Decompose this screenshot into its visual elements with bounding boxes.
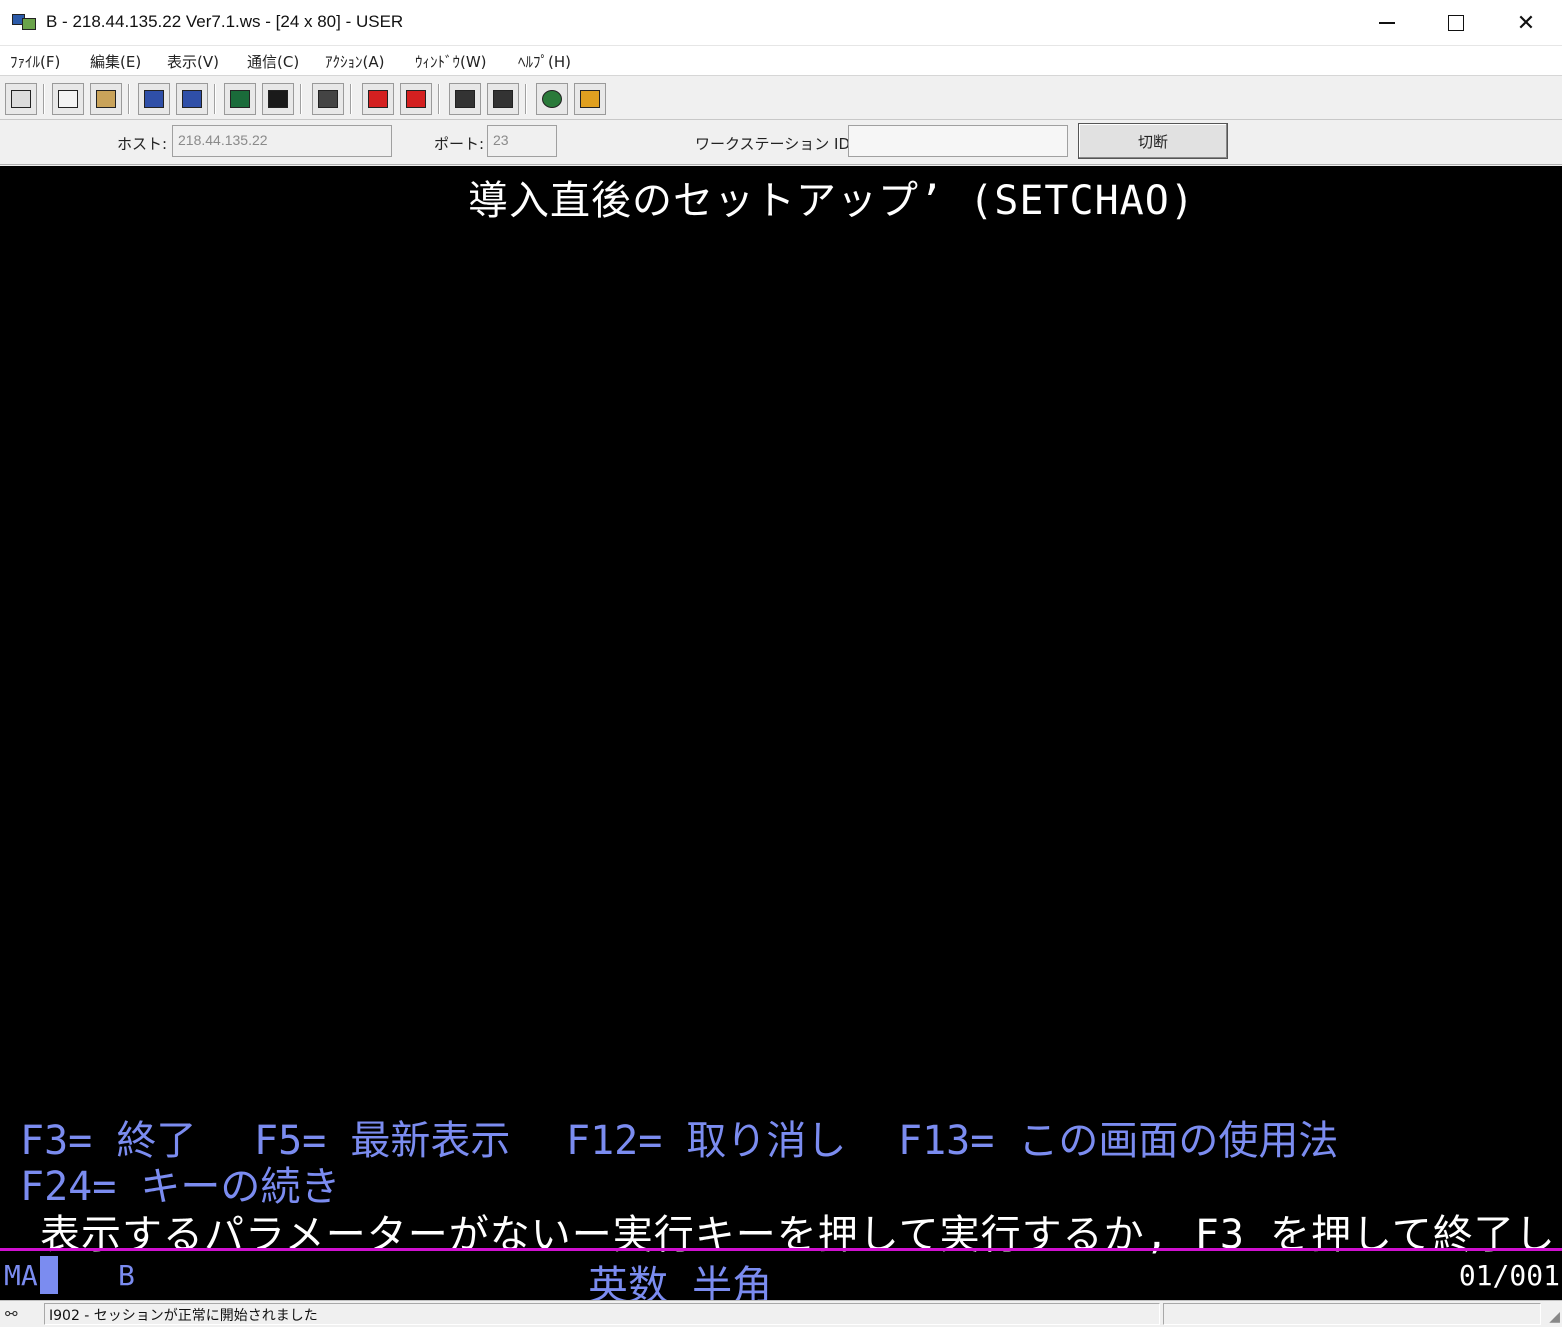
send-file-button[interactable]	[138, 83, 170, 115]
host-label: ホスト:	[117, 135, 168, 153]
toolbar-separator	[128, 84, 130, 114]
toolbar-separator	[300, 84, 302, 114]
keyboard-map-button[interactable]	[262, 83, 294, 115]
oia-cursor-position: 01/001	[1458, 1259, 1560, 1292]
print-screen-icon	[11, 90, 31, 108]
menu-view[interactable]: 表示(V)	[167, 51, 219, 72]
macro-icon	[318, 90, 338, 108]
send-file-icon	[144, 90, 164, 108]
record-macro-icon	[368, 90, 388, 108]
menu-action[interactable]: ｱｸｼｮﾝ(A)	[325, 51, 384, 72]
receive-file-icon	[182, 90, 202, 108]
oia-session-id: B	[118, 1259, 135, 1292]
workstation-id-label: ワークステーション ID:	[695, 135, 856, 153]
toolbar-separator	[525, 84, 527, 114]
port-field[interactable]: 23	[487, 125, 557, 157]
display-setup-button[interactable]	[224, 83, 256, 115]
connect-button[interactable]	[536, 83, 568, 115]
minimize-button[interactable]	[1352, 0, 1422, 46]
status-bar: ⚯ I902 - セッションが正常に開始されました ◢	[0, 1300, 1562, 1327]
maximize-icon	[1448, 15, 1464, 31]
maximize-button[interactable]	[1421, 0, 1491, 46]
close-button[interactable]: ✕	[1491, 0, 1561, 46]
help-icon	[580, 90, 600, 108]
display-setup-icon	[230, 90, 250, 108]
toolbar-separator	[350, 84, 352, 114]
workstation-id-field[interactable]	[848, 125, 1068, 157]
paste-button[interactable]	[90, 83, 122, 115]
status-message: I902 - セッションが正常に開始されました	[44, 1303, 1160, 1325]
run-macro-icon	[493, 90, 513, 108]
macro-button[interactable]	[312, 83, 344, 115]
port-label: ポート:	[434, 135, 485, 153]
copy-button[interactable]	[52, 83, 84, 115]
screen-title: 導入直後のセットアップ’ (SETCHAO)	[468, 178, 1195, 224]
host-bar: ホスト: 218.44.135.22 ポート: 23 ワークステーション ID:…	[0, 120, 1562, 165]
toolbar-separator	[438, 84, 440, 114]
print-screen-button[interactable]	[5, 83, 37, 115]
disconnect-button[interactable]: 切断	[1078, 123, 1228, 159]
menu-bar: ﾌｧｲﾙ(F) 編集(E) 表示(V) 通信(C) ｱｸｼｮﾝ(A) ｳｨﾝﾄﾞ…	[0, 46, 1562, 76]
title-bar: B - 218.44.135.22 Ver7.1.ws - [24 x 80] …	[0, 0, 1562, 46]
menu-file[interactable]: ﾌｧｲﾙ(F)	[10, 51, 60, 72]
oia-cursor-block	[40, 1256, 58, 1294]
host-field[interactable]: 218.44.135.22	[172, 125, 392, 157]
stop-macro-icon	[406, 90, 426, 108]
menu-help[interactable]: ﾍﾙﾌﾟ(H)	[518, 51, 571, 72]
session-status-icon: ⚯	[5, 1305, 18, 1323]
keyboard-map-icon	[268, 90, 288, 108]
oia-ma-indicator: MA	[4, 1259, 38, 1292]
help-button[interactable]	[574, 83, 606, 115]
run-macro-button[interactable]	[487, 83, 519, 115]
receive-file-button[interactable]	[176, 83, 208, 115]
copy-icon	[58, 90, 78, 108]
play-macro-button[interactable]	[449, 83, 481, 115]
paste-icon	[96, 90, 116, 108]
fkey-f13[interactable]: F13= この画面の使用法	[898, 1108, 1338, 1166]
fkey-f12[interactable]: F12= 取り消し	[566, 1108, 846, 1166]
app-icon[interactable]	[12, 12, 38, 34]
menu-edit[interactable]: 編集(E)	[90, 51, 141, 72]
window-title: B - 218.44.135.22 Ver7.1.ws - [24 x 80] …	[46, 12, 404, 31]
oia-input-mode: 英数 半角	[588, 1263, 773, 1300]
close-icon: ✕	[1516, 10, 1536, 36]
connect-icon	[542, 90, 562, 108]
toolbar-separator	[214, 84, 216, 114]
resize-grip-icon[interactable]: ◢	[1549, 1309, 1560, 1325]
terminal-screen[interactable]: 導入直後のセットアップ’ (SETCHAO) F3= 終了 F5= 最新表示 F…	[0, 166, 1562, 1300]
menu-communication[interactable]: 通信(C)	[247, 51, 299, 72]
toolbar	[0, 78, 1562, 120]
menu-window[interactable]: ｳｨﾝﾄﾞｳ(W)	[415, 51, 487, 72]
status-pane-right	[1163, 1303, 1541, 1325]
play-macro-icon	[455, 90, 475, 108]
stop-macro-button[interactable]	[400, 83, 432, 115]
operator-info-area: MA B 英数 半角 01/001	[0, 1251, 1562, 1300]
toolbar-separator	[43, 84, 45, 114]
record-macro-button[interactable]	[362, 83, 394, 115]
minimize-icon	[1379, 22, 1395, 24]
